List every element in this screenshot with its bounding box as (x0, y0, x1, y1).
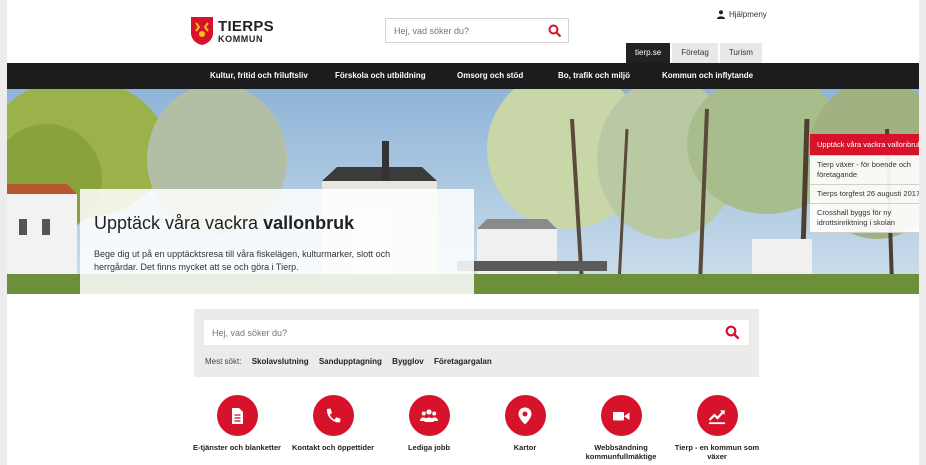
logo-name: TIERPS (218, 17, 274, 35)
phone-icon (326, 408, 341, 422)
popular-searches-label: Mest sökt: (205, 357, 242, 366)
service-kontakt[interactable]: Kontakt och öppettider (288, 395, 378, 452)
coat-of-arms-icon (191, 17, 213, 45)
people-icon (420, 408, 438, 422)
video-camera-icon (613, 411, 630, 420)
service-circle (504, 395, 546, 436)
search-icon[interactable] (725, 325, 740, 340)
document-icon (232, 407, 243, 424)
service-circle (600, 395, 642, 436)
main-search-panel: Mest sökt: Skolavslutning Sandupptagning… (194, 309, 759, 377)
hero-title: Upptäck våra vackra vallonbruk (94, 213, 460, 234)
hero-banner: Upptäck våra vackra vallonbruk Bege dig … (7, 89, 919, 294)
map-pin-icon (518, 407, 532, 424)
person-icon (717, 10, 725, 19)
tab-tierp-se[interactable]: tierp.se (626, 43, 671, 63)
service-label: Lediga jobb (407, 443, 451, 452)
growth-chart-icon (708, 409, 725, 424)
popular-link-foretagargalan[interactable]: Företagargalan (434, 357, 492, 366)
service-label: E-tjänster och blanketter (193, 443, 281, 452)
carousel-list: Upptäck våra vackra vallonbruk Tierp väx… (810, 134, 919, 233)
nav-item-kultur[interactable]: Kultur, fritid och friluftsliv (210, 63, 308, 89)
help-menu-link[interactable]: Hjälpmeny (717, 10, 767, 19)
logo-subtitle: KOMMUN (218, 33, 264, 44)
popular-searches: Mest sökt: Skolavslutning Sandupptagning… (205, 357, 492, 366)
search-icon[interactable] (548, 24, 562, 38)
tab-turism[interactable]: Turism (719, 43, 762, 63)
service-e-tjanster[interactable]: E-tjänster och blanketter (192, 395, 282, 452)
service-label: Kontakt och öppettider (291, 443, 375, 452)
hero-text: Bege dig ut på en upptäcktsresa till vår… (94, 249, 391, 272)
service-circle (312, 395, 354, 436)
carousel-item-tierp-vaxer[interactable]: Tierp växer - för boende och företagande (810, 156, 919, 185)
hero-caption[interactable]: Upptäck våra vackra vallonbruk Bege dig … (80, 189, 474, 294)
main-search-input[interactable] (204, 320, 704, 345)
service-lediga-jobb[interactable]: Lediga jobb (384, 395, 474, 452)
service-label: Webbsändning kommunfullmäktige (585, 443, 657, 461)
nav-item-kommun[interactable]: Kommun och inflytande (662, 63, 753, 89)
nav-item-bo-trafik[interactable]: Bo, trafik och miljö (558, 63, 630, 89)
service-tierp-vaxer[interactable]: Tierp - en kommun som växer (672, 395, 762, 461)
tab-foretag[interactable]: Företag (672, 43, 718, 63)
site-tabs: tierp.se Företag Turism (626, 43, 764, 63)
popular-link-skolavslutning[interactable]: Skolavslutning (252, 357, 309, 366)
page: TIERPS KOMMUN Hjälpmeny tierp.se Företag… (7, 0, 919, 465)
help-menu-label: Hjälpmeny (729, 10, 767, 19)
service-circle (408, 395, 450, 436)
popular-link-sandupptagning[interactable]: Sandupptagning (319, 357, 382, 366)
carousel-item-vallonbruk[interactable]: Upptäck våra vackra vallonbruk (810, 134, 919, 156)
service-label: Tierp - en kommun som växer (674, 443, 760, 461)
service-circle (696, 395, 738, 436)
main-navigation: Kultur, fritid och friluftsliv Förskola … (7, 63, 919, 89)
carousel-item-crosshall[interactable]: Crosshall byggs för ny idrottsinriktning… (810, 204, 919, 233)
service-webbsandning[interactable]: Webbsändning kommunfullmäktige (576, 395, 666, 461)
header-search-input[interactable] (386, 19, 536, 42)
service-circle (216, 395, 258, 436)
nav-item-forskola[interactable]: Förskola och utbildning (335, 63, 426, 89)
popular-link-bygglov[interactable]: Bygglov (392, 357, 424, 366)
header-search (385, 18, 569, 43)
site-logo[interactable]: TIERPS KOMMUN (190, 16, 274, 46)
hero-title-text: Upptäck våra vackra (94, 213, 264, 233)
hero-title-bold: vallonbruk (263, 213, 355, 233)
service-kartor[interactable]: Kartor (480, 395, 570, 452)
nav-item-omsorg[interactable]: Omsorg och stöd (457, 63, 523, 89)
carousel-item-torgfest[interactable]: Tierps torgfest 26 augusti 2017 (810, 185, 919, 204)
service-label: Kartor (513, 443, 537, 452)
main-search-field (204, 320, 749, 345)
